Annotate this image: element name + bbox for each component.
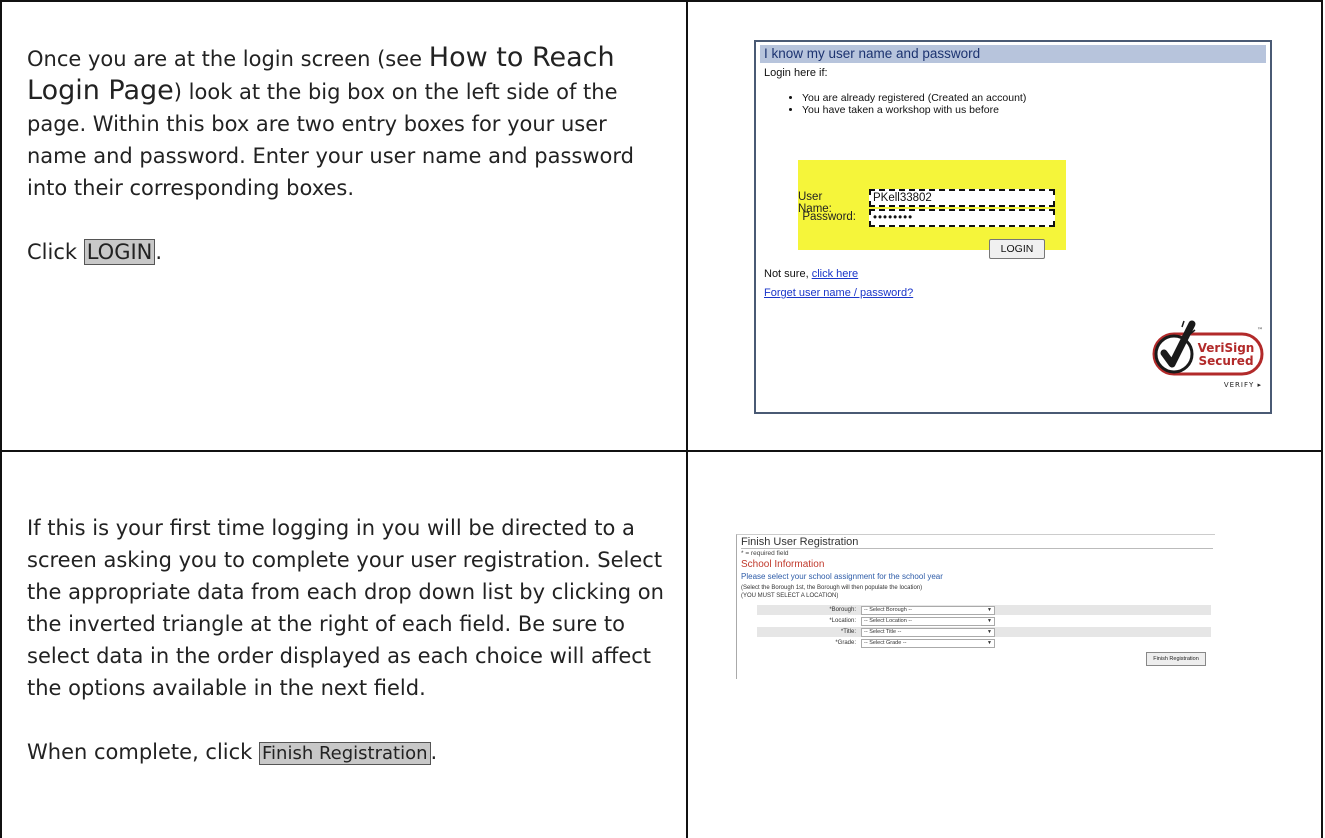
title-divider: [741, 548, 1213, 549]
table-border-left: [0, 0, 2, 838]
verisign-seal[interactable]: VeriSign Secured ™ VERIFY ▸: [1142, 318, 1266, 398]
registration-screenshot: Finish User Registration * = required fi…: [736, 534, 1215, 679]
table-border-right: [1321, 0, 1323, 838]
click-suffix: .: [155, 240, 163, 264]
seal-verify: VERIFY ▸: [1224, 381, 1262, 389]
list-item: You have taken a workshop with us before: [802, 104, 1026, 116]
login-button-reference: LOGIN: [83, 239, 156, 265]
borough-note-line2: (YOU MUST SELECT A LOCATION): [741, 593, 839, 599]
step1-instructions: Once you are at the login screen (see Ho…: [27, 42, 667, 268]
school-assignment-instruction: Please select your school assignment for…: [741, 572, 943, 581]
complete-prefix: When complete, click: [27, 740, 260, 764]
chevron-down-icon: ▼: [987, 640, 992, 646]
registration-title: Finish User Registration: [741, 536, 859, 548]
password-field[interactable]: ••••••••: [869, 209, 1055, 227]
required-field-note: * = required field: [741, 550, 789, 557]
table-column-divider: [686, 0, 688, 838]
location-row: *Location: -- Select Location -- ▼: [757, 616, 1211, 626]
login-conditions-list: You are already registered (Created an a…: [786, 92, 1026, 116]
school-info-heading: School Information: [741, 559, 825, 570]
not-sure-text: Not sure,: [764, 268, 812, 280]
login-box-header: I know my user name and password: [760, 45, 1266, 63]
grade-select[interactable]: -- Select Grade -- ▼: [861, 639, 995, 648]
seal-line2: Secured: [1198, 354, 1253, 368]
chevron-down-icon: ▼: [987, 629, 992, 635]
forget-credentials-link[interactable]: Forget user name / password?: [764, 287, 913, 299]
table-border-top: [0, 0, 1323, 2]
verisign-checkmark-icon: VeriSign Secured ™ VERIFY ▸: [1152, 320, 1264, 389]
finish-registration-button[interactable]: Finish Registration: [1146, 652, 1206, 666]
login-box-subheader: Login here if:: [764, 67, 828, 79]
seal-tm: ™: [1257, 327, 1263, 334]
seal-line1: VeriSign: [1198, 341, 1255, 355]
login-button[interactable]: LOGIN: [989, 239, 1045, 259]
login-screenshot: I know my user name and password Login h…: [754, 40, 1272, 414]
finish-registration-reference: Finish Registration: [259, 742, 431, 765]
location-label: *Location:: [829, 618, 856, 624]
borough-row: *Borough: -- Select Borough -- ▼: [757, 605, 1211, 615]
chevron-down-icon: ▼: [987, 607, 992, 613]
grade-select-value: -- Select Grade --: [864, 640, 907, 646]
list-item: You are already registered (Created an a…: [802, 92, 1026, 104]
title-row: *Title: -- Select Title -- ▼: [757, 627, 1211, 637]
click-prefix: Click: [27, 240, 84, 264]
borough-note-line1: (Select the Borough 1st, the Borough wil…: [741, 585, 923, 591]
borough-select-value: -- Select Borough --: [864, 607, 912, 613]
complete-suffix: .: [430, 740, 438, 764]
chevron-down-icon: ▼: [987, 618, 992, 624]
grade-row: *Grade: -- Select Grade -- ▼: [757, 638, 1211, 648]
step2-paragraph: If this is your first time logging in yo…: [27, 516, 664, 700]
step1-click-line: Click LOGIN.: [27, 236, 667, 268]
table-row-divider: [0, 450, 1323, 452]
step2-complete-line: When complete, click Finish Registration…: [27, 736, 667, 770]
forget-credentials-link-wrap: Forget user name / password?: [764, 287, 913, 299]
click-here-link[interactable]: click here: [812, 268, 858, 280]
step1-text-pre: Once you are at the login screen (see: [27, 47, 429, 71]
title-select-value: -- Select Title --: [864, 629, 902, 635]
title-label: *Title:: [840, 629, 856, 635]
credentials-highlight: User Name: PKell33802 Password: ••••••••: [798, 160, 1066, 250]
username-field[interactable]: PKell33802: [869, 189, 1055, 207]
password-label: Password:: [802, 211, 856, 223]
location-select-value: -- Select Location --: [864, 618, 912, 624]
borough-label: *Borough:: [829, 607, 856, 613]
title-select[interactable]: -- Select Title -- ▼: [861, 628, 995, 637]
location-select[interactable]: -- Select Location -- ▼: [861, 617, 995, 626]
not-sure-line: Not sure, click here: [764, 268, 858, 280]
borough-select[interactable]: -- Select Borough -- ▼: [861, 606, 995, 615]
borough-note: (Select the Borough 1st, the Borough wil…: [741, 584, 922, 600]
step1-paragraph: Once you are at the login screen (see Ho…: [27, 42, 667, 204]
grade-label: *Grade:: [835, 640, 856, 646]
step2-instructions: If this is your first time logging in yo…: [27, 512, 667, 770]
